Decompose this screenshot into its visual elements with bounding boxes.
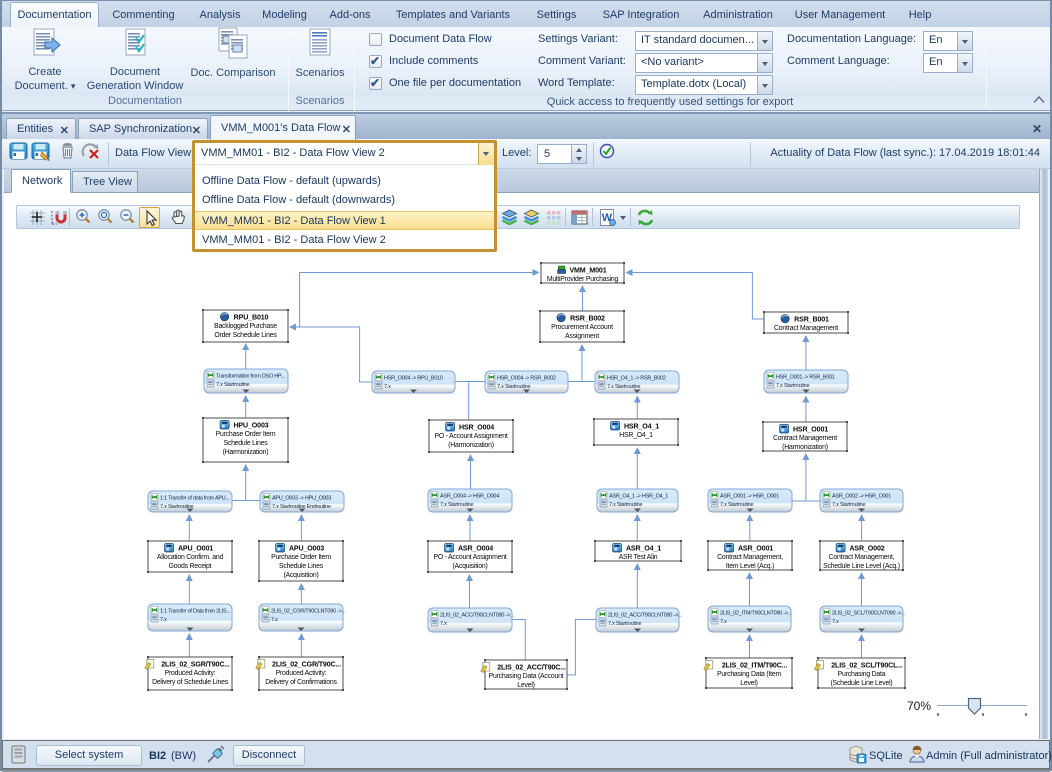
- svg-text:Allocation Confirm. and: Allocation Confirm. and: [157, 554, 224, 561]
- svg-text:ASR_O004: ASR_O004: [458, 544, 493, 552]
- svg-text:7.x Startroutine: 7.x Startroutine: [720, 502, 753, 508]
- svg-text:Purchase Order Item: Purchase Order Item: [216, 431, 276, 438]
- svg-text:1:1 Transfer of Data from 2LIS: 1:1 Transfer of Data from 2LIS...: [160, 609, 231, 615]
- svg-text:HSR_O001 -> RSR_B001: HSR_O001 -> RSR_B001: [776, 375, 835, 381]
- svg-text:ASR_O002: ASR_O002: [849, 544, 884, 552]
- svg-text:Purchasing Data (Account: Purchasing Data (Account: [489, 673, 564, 680]
- svg-text:HSR_O4_1: HSR_O4_1: [619, 432, 653, 439]
- svg-text:2LIS_02_SGR/T90C...: 2LIS_02_SGR/T90C...: [161, 660, 230, 668]
- svg-text:APU_O001: APU_O001: [178, 544, 213, 552]
- svg-text:ASR Test Alin: ASR Test Alin: [619, 554, 658, 561]
- svg-text:2LIS_02_CGR/T90C...: 2LIS_02_CGR/T90C...: [272, 660, 341, 668]
- svg-text:ASR_O004 -> HSR_O004: ASR_O004 -> HSR_O004: [440, 494, 499, 500]
- svg-text:7.x Startroutine: 7.x Startroutine: [216, 382, 249, 388]
- svg-text:7.x Startroutine: 7.x Startroutine: [440, 502, 473, 508]
- svg-text:HSR_O001: HSR_O001: [793, 425, 828, 433]
- svg-text:2LIS_02_ITM/T90C...: 2LIS_02_ITM/T90C...: [722, 661, 788, 669]
- svg-text:Delivery of Schedule Lines: Delivery of Schedule Lines: [152, 679, 229, 686]
- svg-text:ASR_O4_1 -> HSR_O4_1: ASR_O4_1 -> HSR_O4_1: [609, 494, 668, 500]
- svg-text:RSR_B001: RSR_B001: [794, 315, 829, 323]
- svg-text:2LIS_02_ACC/T90C...: 2LIS_02_ACC/T90C...: [497, 663, 566, 671]
- svg-text:ASR_O4_1: ASR_O4_1: [626, 544, 661, 552]
- svg-text:7.x Startroutine: 7.x Startroutine: [776, 383, 809, 389]
- svg-text:APU_O003 -> HPU_O003: APU_O003 -> HPU_O003: [272, 496, 331, 502]
- svg-text:Purchase Order Item: Purchase Order Item: [271, 554, 331, 561]
- svg-text:VMM_M001: VMM_M001: [569, 266, 606, 274]
- svg-text:7.x Startroutine: 7.x Startroutine: [609, 502, 642, 508]
- svg-text:Assignment: Assignment: [565, 333, 599, 340]
- svg-text:1:1 Transfer of data from APU.: 1:1 Transfer of data from APU...: [160, 496, 230, 502]
- svg-text:ASR_O001: ASR_O001: [738, 544, 773, 552]
- svg-text:Schedule Lines: Schedule Lines: [223, 440, 268, 447]
- svg-text:(Acquisition): (Acquisition): [452, 563, 487, 570]
- svg-text:HSR_O004: HSR_O004: [459, 423, 494, 431]
- svg-text:(Harmonization): (Harmonization): [448, 442, 494, 449]
- svg-text:7.x: 7.x: [271, 617, 278, 623]
- svg-text:Produced Activity:: Produced Activity:: [165, 670, 216, 677]
- svg-text:Delivery of Confirmations: Delivery of Confirmations: [265, 679, 337, 686]
- svg-text:2LIS_02_ITM/T90CLNT090 ->...: 2LIS_02_ITM/T90CLNT090 ->...: [720, 611, 792, 617]
- svg-text:Purchasing Data: Purchasing Data: [838, 671, 886, 678]
- svg-text:PO - Account Assignment: PO - Account Assignment: [434, 433, 507, 440]
- svg-text:2LIS_02_SCL/T90CLNT090 ->...: 2LIS_02_SCL/T90CLNT090 ->...: [832, 611, 906, 617]
- svg-text:HSR_O4_1: HSR_O4_1: [624, 422, 659, 430]
- svg-text:7.x: 7.x: [384, 384, 391, 390]
- svg-text:ASR_O002 -> HSR_O001: ASR_O002 -> HSR_O001: [832, 494, 891, 500]
- svg-text:APU_O003: APU_O003: [289, 544, 324, 552]
- svg-text:Contract Management: Contract Management: [774, 325, 838, 332]
- svg-text:7.x Startroutine: 7.x Startroutine: [608, 621, 641, 627]
- svg-text:Produced Activity:: Produced Activity:: [276, 670, 327, 677]
- svg-text:7.x Startroutine: 7.x Startroutine: [497, 384, 530, 390]
- svg-text:2LIS_02_ACC/T90CLNT090 ->...: 2LIS_02_ACC/T90CLNT090 ->...: [608, 613, 683, 619]
- svg-text:7.x Startroutine: 7.x Startroutine: [832, 502, 865, 508]
- svg-text:Purchasing Data (Item: Purchasing Data (Item: [717, 671, 781, 678]
- svg-text:Level): Level): [740, 680, 757, 687]
- svg-text:7.x: 7.x: [440, 621, 447, 627]
- svg-text:(Acquisition): (Acquisition): [283, 572, 318, 579]
- svg-text:HSR_O4_1 -> RSR_B002: HSR_O4_1 -> RSR_B002: [607, 376, 666, 382]
- svg-text:RSR_B002: RSR_B002: [570, 314, 605, 322]
- svg-text:HSR_O004 -> RPU_B010: HSR_O004 -> RPU_B010: [384, 376, 443, 382]
- svg-text:Contract Management,: Contract Management,: [717, 554, 783, 561]
- svg-text:Transformation from DSO HP...: Transformation from DSO HP...: [216, 374, 285, 380]
- svg-text:Order Schedule Lines: Order Schedule Lines: [214, 332, 277, 339]
- svg-text:Schedule Line Level (Acq.): Schedule Line Level (Acq.): [823, 563, 900, 570]
- svg-text:7.x: 7.x: [832, 619, 839, 625]
- svg-text:7.x: 7.x: [720, 619, 727, 625]
- svg-text:Schedule Lines: Schedule Lines: [279, 563, 324, 570]
- svg-text:Item Level (Acq.): Item Level (Acq.): [726, 563, 774, 570]
- svg-text:7.x Startroutine: 7.x Startroutine: [607, 384, 640, 390]
- svg-text:Level): Level): [517, 682, 534, 689]
- svg-text:(Harmonization): (Harmonization): [223, 449, 269, 456]
- svg-text:2LIS_02_CGR/T90CLNT090 ->...: 2LIS_02_CGR/T90CLNT090 ->...: [271, 609, 346, 615]
- svg-text:2LIS_02_ACC/T90CLNT090 ->...: 2LIS_02_ACC/T90CLNT090 ->...: [440, 613, 515, 619]
- svg-text:HPU_O003: HPU_O003: [233, 421, 268, 429]
- svg-text:ASR_O001 -> HSR_O001: ASR_O001 -> HSR_O001: [720, 494, 779, 500]
- svg-text:Contract Management: Contract Management: [773, 435, 837, 442]
- svg-text:Procurement Account: Procurement Account: [551, 324, 613, 331]
- svg-text:Backlogged Purchase: Backlogged Purchase: [214, 323, 277, 330]
- svg-text:7.x: 7.x: [160, 617, 167, 623]
- svg-text:HSR_O004 -> RSR_B002: HSR_O004 -> RSR_B002: [497, 376, 556, 382]
- svg-text:Goods Receipt: Goods Receipt: [169, 563, 212, 570]
- svg-text:PO - Account Assignment: PO - Account Assignment: [433, 554, 506, 561]
- svg-text:RPU_B010: RPU_B010: [234, 313, 269, 321]
- svg-text:(Schedule Line Level): (Schedule Line Level): [830, 680, 892, 687]
- svg-text:Contract Management,: Contract Management,: [829, 554, 895, 561]
- svg-text:(Harmonization): (Harmonization): [782, 444, 828, 451]
- svg-text:2LIS_02_SCL/T90CL...: 2LIS_02_SCL/T90CL...: [831, 661, 903, 669]
- svg-text:MultiProvider Purchasing: MultiProvider Purchasing: [547, 276, 619, 283]
